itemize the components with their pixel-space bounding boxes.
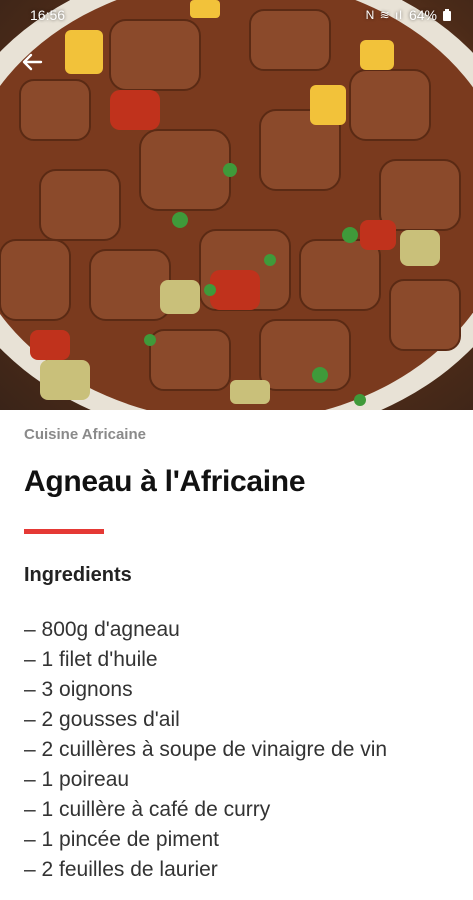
- back-button[interactable]: [12, 42, 52, 82]
- ingredient-item: – 2 cuillères à soupe de vinaigre de vin: [24, 738, 388, 761]
- arrow-back-icon: [22, 53, 43, 71]
- signal-icons: N ≋ ıl: [365, 8, 403, 22]
- ingredients-list: – 800g d'agneau – 1 filet d'huile – 3 oi…: [24, 615, 454, 885]
- ingredient-item: – 1 filet d'huile: [24, 648, 158, 671]
- recipe-content: Cuisine Africaine Agneau à l'Africaine I…: [24, 410, 454, 885]
- battery-icon: [443, 9, 451, 21]
- ingredient-item: – 800g d'agneau: [24, 618, 180, 641]
- status-indicators: N ≋ ıl 64%: [366, 7, 451, 23]
- ingredient-item: – 1 cuillère à café de curry: [24, 798, 271, 821]
- title-underline: [24, 529, 104, 534]
- stew-illustration: [0, 0, 473, 410]
- recipe-category: Cuisine Africaine: [24, 426, 146, 443]
- ingredient-item: – 1 pincée de piment: [24, 828, 219, 851]
- ingredient-item: – 2 feuilles de laurier: [24, 858, 218, 881]
- status-bar: 16:56 N ≋ ıl 64%: [0, 0, 473, 30]
- ingredient-item: – 2 gousses d'ail: [24, 708, 180, 731]
- ingredient-item: – 3 oignons: [24, 678, 133, 701]
- ingredients-heading: Ingredients: [24, 564, 132, 586]
- status-time: 16:56: [30, 7, 66, 23]
- battery-level: 64%: [408, 7, 437, 23]
- recipe-hero-image: [0, 0, 473, 410]
- ingredient-item: – 1 poireau: [24, 768, 130, 791]
- recipe-title: Agneau à l'Africaine: [24, 465, 306, 498]
